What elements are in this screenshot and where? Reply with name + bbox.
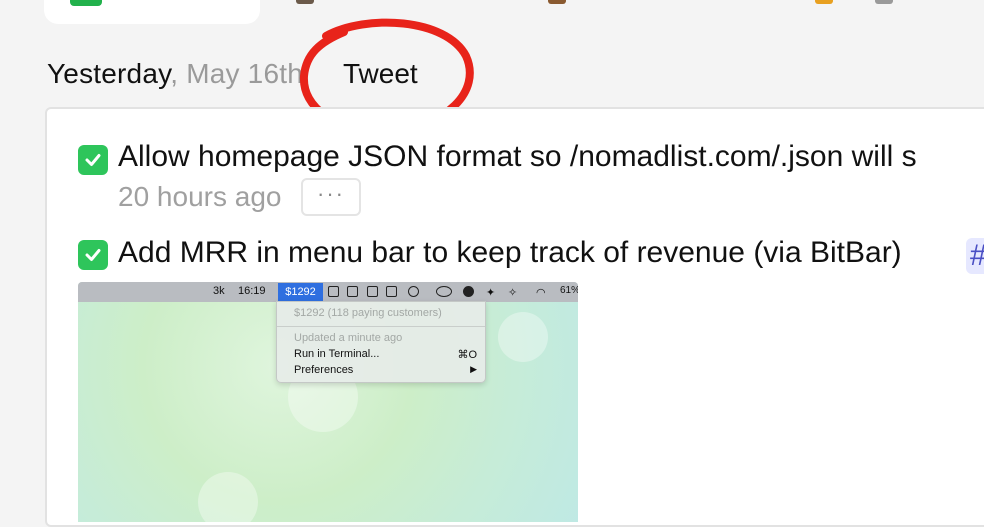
dropdown-updated: Updated a minute ago	[294, 332, 403, 344]
menubar-clock: 16:19	[238, 285, 266, 297]
window-icon	[347, 286, 358, 297]
dropdown-divider	[277, 326, 485, 327]
day-date: May 16th	[186, 58, 303, 89]
dropdown-run-shortcut: ⌘O	[457, 349, 477, 361]
bokeh-light	[198, 472, 258, 522]
green-icon	[70, 0, 102, 6]
dropdown-run-terminal[interactable]: Run in Terminal...	[294, 348, 379, 360]
menubar-count: 3k	[213, 285, 225, 297]
hashtag-badge[interactable]: #	[966, 238, 984, 274]
wifi-icon: ◠	[536, 287, 546, 299]
day-separator: ,	[170, 58, 179, 89]
top-nav-cropped	[0, 0, 984, 26]
info-icon	[408, 286, 419, 297]
mac-menubar: 3k 16:19 $1292 ✦ ✧ ◠ 61%	[78, 282, 578, 302]
emoji-icon	[296, 0, 314, 4]
checkbox-checked-icon[interactable]	[78, 145, 108, 175]
fox-icon: ✧	[508, 287, 518, 299]
attached-screenshot[interactable]: 3k 16:19 $1292 ✦ ✧ ◠ 61% $1292 (118 payi…	[78, 282, 578, 522]
menubar-mrr[interactable]: $1292	[278, 283, 323, 301]
day-header: Yesterday, May 16th	[47, 58, 303, 90]
task-timestamp: 20 hours ago	[118, 181, 282, 212]
tweet-link[interactable]: Tweet	[343, 58, 418, 90]
mrr-dropdown-menu: $1292 (118 paying customers) Updated a m…	[276, 301, 486, 383]
bokeh-light	[498, 312, 548, 362]
search-icon	[875, 0, 893, 4]
bed-icon	[367, 286, 378, 297]
emoji-icon	[548, 0, 566, 4]
checkbox-icon	[328, 286, 339, 297]
more-options-button[interactable]: ···	[301, 178, 361, 216]
clock-icon	[463, 286, 474, 297]
cloud-icon	[436, 286, 452, 297]
battery-percent: 61%	[560, 285, 578, 296]
emoji-icon	[815, 0, 833, 4]
checkbox-checked-icon[interactable]	[78, 240, 108, 270]
dropdown-preferences[interactable]: Preferences	[294, 364, 353, 376]
submenu-arrow-icon: ▶	[470, 364, 477, 374]
dropbox-icon: ✦	[486, 287, 496, 299]
flag-icon	[386, 286, 397, 297]
task-text: Add MRR in menu bar to keep track of rev…	[118, 236, 902, 269]
day-name: Yesterday	[47, 58, 171, 89]
dropdown-summary: $1292 (118 paying customers)	[294, 307, 442, 319]
task-text: Allow homepage JSON format so /nomadlist…	[118, 140, 917, 173]
